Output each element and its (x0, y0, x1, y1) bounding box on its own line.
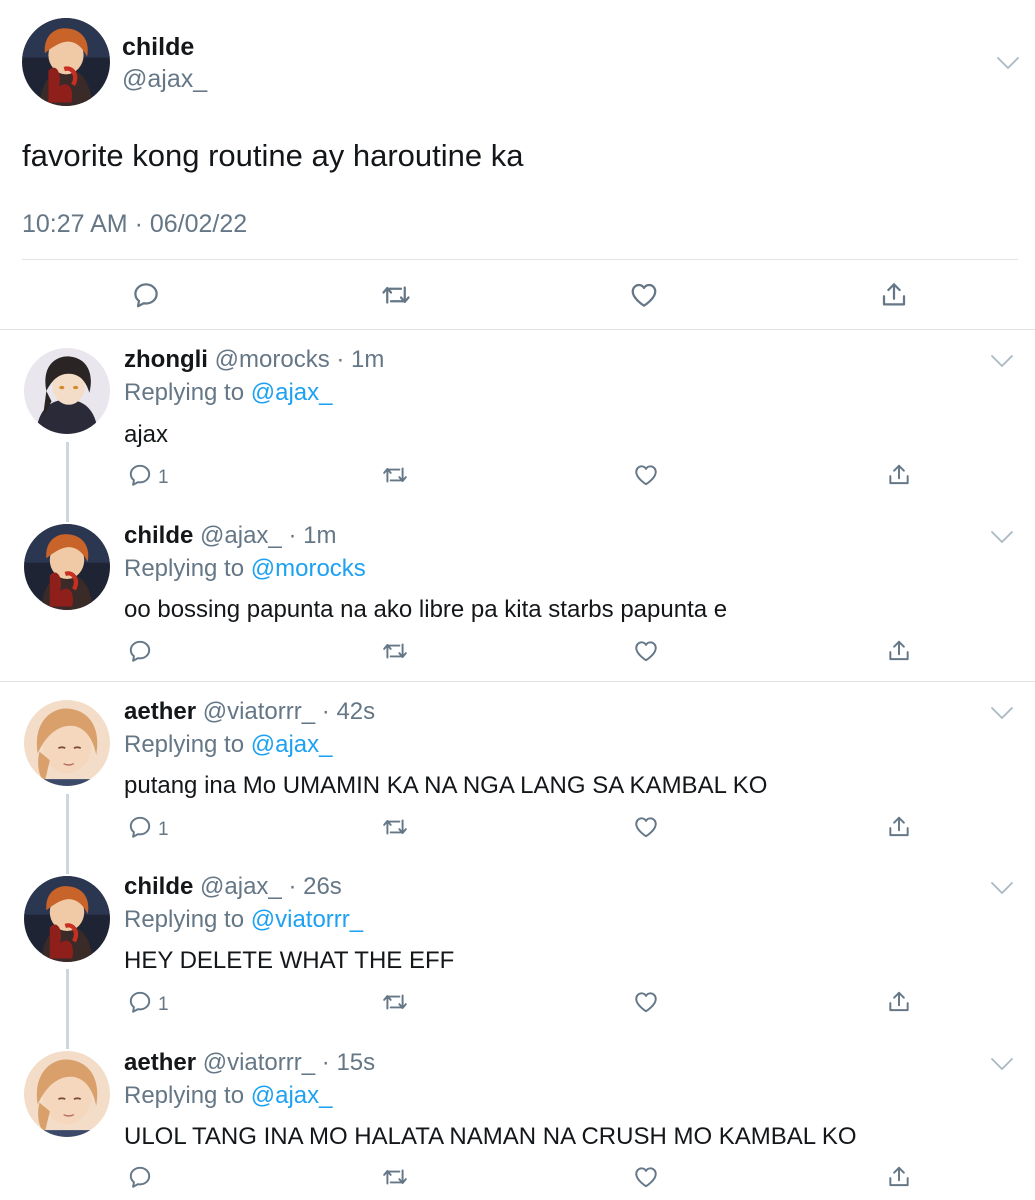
reply-icon[interactable] (127, 814, 153, 840)
tweet-time: 1m (303, 522, 337, 549)
avatar[interactable] (24, 876, 110, 962)
author-name[interactable]: childe (124, 522, 193, 549)
chevron-down-icon[interactable] (990, 881, 1014, 895)
author-name[interactable]: zhongli (124, 346, 208, 373)
thread-line (66, 442, 69, 522)
tweet-text: oo bossing papunta na ako libre pa kita … (124, 596, 728, 623)
author-name[interactable]: childe (124, 873, 193, 900)
tweet-text: putang ina Mo UMAMIN KA NA NGA LANG SA K… (124, 772, 768, 799)
share-icon[interactable] (886, 814, 912, 840)
replying-to: Replying to @ajax_ (124, 731, 333, 759)
reply-icon[interactable] (127, 989, 153, 1015)
reply-icon[interactable] (127, 638, 153, 664)
tweet-text: ULOL TANG INA MO HALATA NAMAN NA CRUSH M… (124, 1123, 857, 1150)
replying-prefix: Replying to (124, 731, 251, 758)
divider (0, 681, 1035, 682)
reply-header: zhongli @morocks · 1m (124, 346, 384, 374)
replying-prefix: Replying to (124, 1082, 251, 1109)
share-icon[interactable] (886, 989, 912, 1015)
reply-header: childe @ajax_ · 26s (124, 873, 342, 901)
author-handle[interactable]: @viatorrr_ (203, 698, 315, 725)
avatar[interactable] (24, 1051, 110, 1137)
mention-link[interactable]: @morocks (251, 555, 366, 582)
replying-prefix: Replying to (124, 555, 251, 582)
reply-header: aether @viatorrr_ · 15s (124, 1049, 375, 1077)
reply-count: 1 (158, 994, 169, 1015)
share-icon[interactable] (886, 1164, 912, 1190)
main-author-handle[interactable]: @ajax_ (122, 65, 207, 94)
avatar[interactable] (24, 348, 110, 434)
like-icon[interactable] (633, 1164, 659, 1190)
separator: · (315, 698, 337, 725)
chevron-down-icon[interactable] (990, 1057, 1014, 1071)
avatar[interactable] (22, 18, 110, 106)
chevron-down-icon[interactable] (990, 354, 1014, 368)
separator: · (281, 522, 304, 549)
tweet-time: 1m (351, 346, 385, 373)
like-icon[interactable] (629, 280, 659, 310)
share-icon[interactable] (886, 638, 912, 664)
avatar[interactable] (24, 700, 110, 786)
author-name[interactable]: aether (124, 1049, 196, 1076)
replying-to: Replying to @ajax_ (124, 379, 333, 407)
reply-header: childe @ajax_ · 1m (124, 522, 336, 550)
share-icon[interactable] (886, 462, 912, 488)
main-tweet-timestamp[interactable]: 10:27 AM · 06/02/22 (22, 210, 247, 239)
author-handle[interactable]: @ajax_ (200, 873, 282, 900)
chevron-down-icon[interactable] (990, 530, 1014, 544)
chevron-down-icon[interactable] (990, 706, 1014, 720)
share-icon[interactable] (879, 280, 909, 310)
like-icon[interactable] (633, 462, 659, 488)
separator: · (315, 1049, 337, 1076)
replying-to: Replying to @morocks (124, 555, 366, 583)
mention-link[interactable]: @ajax_ (251, 731, 333, 758)
reply-count: 1 (158, 819, 169, 840)
tweet-text: HEY DELETE WHAT THE EFF (124, 947, 455, 974)
thread-line (66, 969, 69, 1049)
retweet-icon[interactable] (382, 638, 408, 664)
main-tweet-text: favorite kong routine ay haroutine ka (22, 138, 524, 173)
author-name[interactable]: aether (124, 698, 196, 725)
reply-icon[interactable] (127, 1164, 153, 1190)
replying-to: Replying to @ajax_ (124, 1082, 333, 1110)
author-handle[interactable]: @morocks (215, 346, 330, 373)
retweet-icon[interactable] (382, 814, 408, 840)
avatar[interactable] (24, 524, 110, 610)
replying-prefix: Replying to (124, 906, 251, 933)
retweet-icon[interactable] (382, 989, 408, 1015)
author-handle[interactable]: @ajax_ (200, 522, 282, 549)
replying-prefix: Replying to (124, 379, 251, 406)
separator: · (281, 873, 304, 900)
mention-link[interactable]: @ajax_ (251, 1082, 333, 1109)
like-icon[interactable] (633, 989, 659, 1015)
divider (22, 259, 1018, 260)
reply-icon[interactable] (127, 462, 153, 488)
like-icon[interactable] (633, 638, 659, 664)
like-icon[interactable] (633, 814, 659, 840)
author-handle[interactable]: @viatorrr_ (203, 1049, 315, 1076)
reply-header: aether @viatorrr_ · 42s (124, 698, 375, 726)
tweet-text: ajax (124, 421, 169, 448)
thread-line (66, 794, 69, 874)
chevron-down-icon[interactable] (996, 56, 1020, 70)
divider (0, 329, 1035, 330)
tweet-time: 26s (303, 873, 342, 900)
separator: · (329, 346, 352, 373)
main-author-name[interactable]: childe (122, 33, 194, 62)
tweet-time: 42s (336, 698, 376, 725)
reply-count: 1 (158, 467, 169, 488)
mention-link[interactable]: @viatorrr_ (251, 906, 363, 933)
tweet-time: 15s (336, 1049, 376, 1076)
retweet-icon[interactable] (382, 1164, 408, 1190)
mention-link[interactable]: @ajax_ (251, 379, 333, 406)
retweet-icon[interactable] (382, 462, 408, 488)
retweet-icon[interactable] (381, 280, 411, 310)
reply-icon[interactable] (131, 280, 161, 310)
replying-to: Replying to @viatorrr_ (124, 906, 363, 934)
